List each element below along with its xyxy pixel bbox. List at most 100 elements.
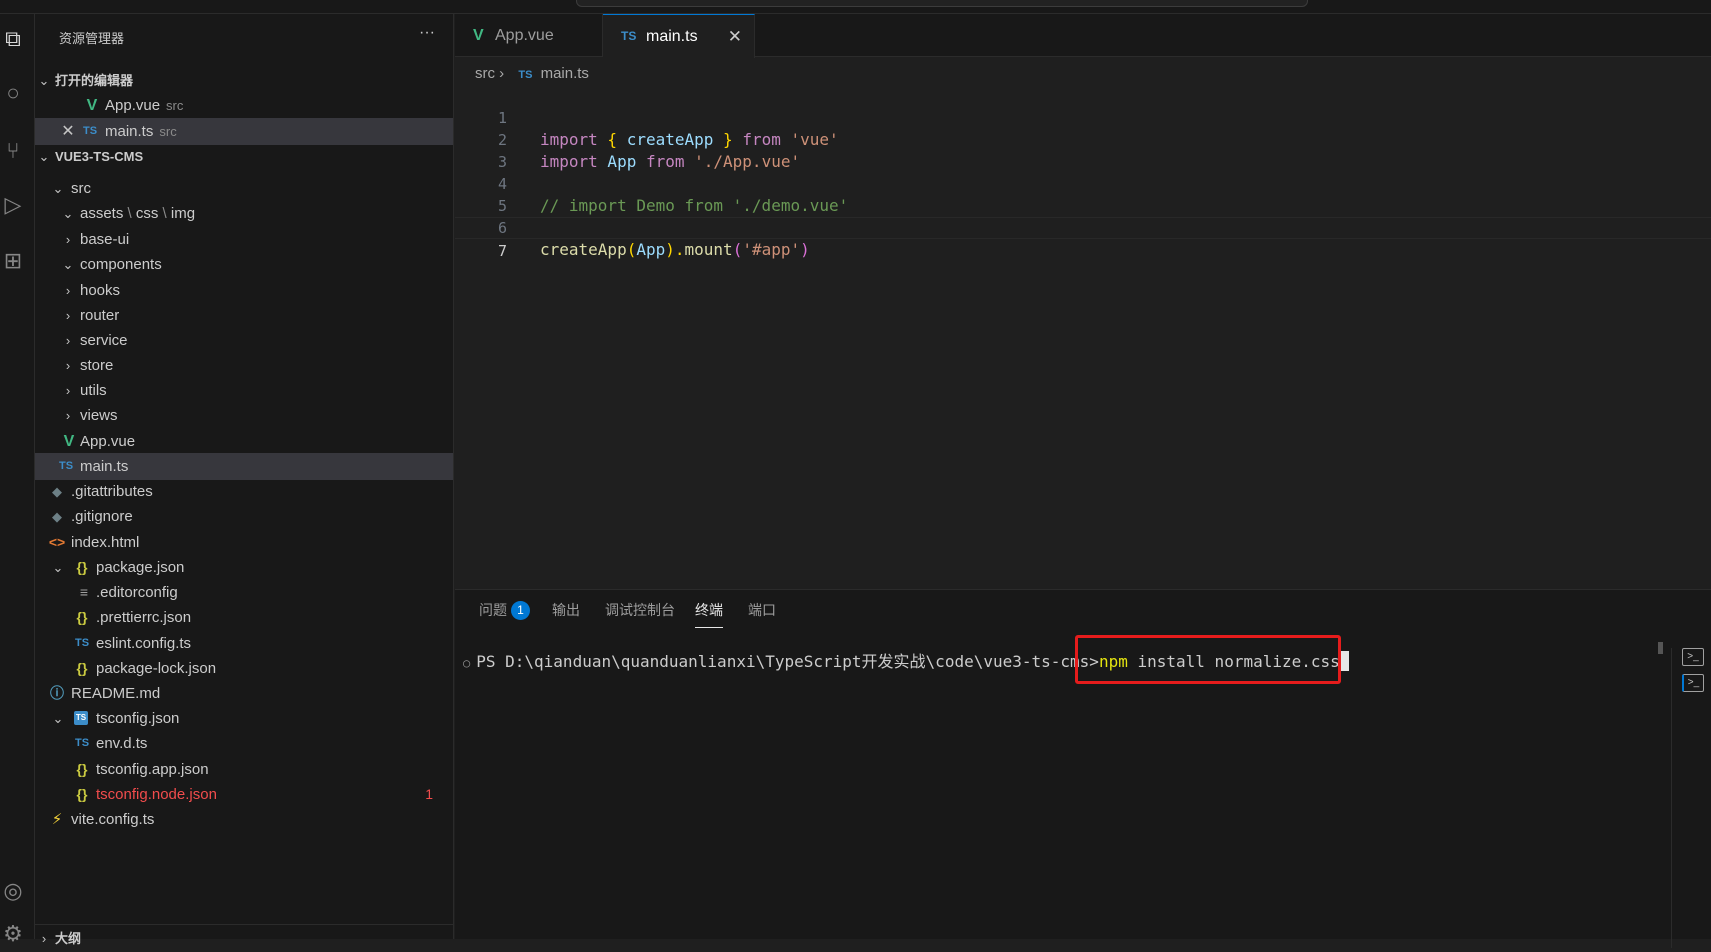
ts-icon: TS: [74, 637, 90, 649]
open-editors-header[interactable]: ⌄ 打开的编辑器: [35, 67, 453, 94]
vue-icon: V: [86, 97, 98, 114]
code-line-current: 7: [455, 217, 1711, 260]
ts-icon: TS: [58, 460, 74, 472]
tab-debug-console[interactable]: 调试控制台: [605, 598, 675, 628]
tree-file-package-json[interactable]: ⌄ {} package.json: [35, 554, 453, 581]
tree-folder-utils[interactable]: › utils: [35, 377, 453, 404]
terminal-cursor: [1339, 651, 1349, 671]
tree-file-readme[interactable]: ⓘ README.md: [35, 680, 453, 707]
tree-file-package-lock[interactable]: {} package-lock.json: [35, 655, 453, 682]
tree-file-gitignore[interactable]: ◆ .gitignore: [35, 503, 453, 530]
terminal-instance-icon[interactable]: >_: [1682, 648, 1704, 666]
tree-file-tsconfig-node[interactable]: {} tsconfig.node.json 1: [35, 781, 453, 808]
tree-file-main-ts[interactable]: TS main.ts: [35, 453, 453, 480]
tree-folder-base-ui[interactable]: › base-ui: [35, 226, 453, 253]
json-icon: {}: [76, 559, 88, 575]
settings-gear-icon[interactable]: ⚙: [0, 919, 26, 949]
tree-file-vite-config[interactable]: ⚡ vite.config.ts: [35, 806, 453, 833]
chevron-down-icon: ⌄: [38, 149, 50, 164]
bottom-panel: 问题 1 输出 调试控制台 终端 端口 ○ PS D:\qianduan\quand…: [455, 589, 1711, 948]
close-icon[interactable]: ✕: [61, 118, 75, 145]
tree-item-label: store: [80, 357, 114, 374]
ts-icon: TS: [74, 737, 90, 749]
tree-item-label: views: [80, 407, 118, 424]
tree-item-label: tsconfig.app.json: [96, 761, 209, 778]
title-bar: [0, 0, 1711, 14]
tree-file-gitattributes[interactable]: ◆ .gitattributes: [35, 478, 453, 505]
code-token: ).: [665, 240, 685, 259]
activity-bar: ⧉ ○ ⑂ ▷ ⊞ ◎ ⚙: [0, 14, 35, 946]
tree-item-label: README.md: [71, 685, 161, 702]
vite-icon: ⚡: [51, 811, 63, 828]
tree-item-label: package-lock.json: [96, 660, 217, 677]
tree-file-env-d-ts[interactable]: TS env.d.ts: [35, 730, 453, 757]
tree-file-prettierrc[interactable]: {} .prettierrc.json: [35, 604, 453, 631]
project-folder-header[interactable]: ⌄ VUE3-TS-CMS: [35, 143, 453, 170]
more-actions-icon[interactable]: ···: [419, 24, 435, 42]
tab-problems[interactable]: 问题 1: [479, 598, 530, 628]
code-line: 2 import App from './App.vue': [455, 107, 1711, 171]
close-icon[interactable]: ✕: [728, 15, 742, 58]
tree-item-label: tsconfig.node.json: [96, 786, 217, 803]
open-editor-item[interactable]: ✕ TS main.ts src: [35, 118, 453, 145]
command-center[interactable]: [576, 0, 1308, 7]
tab-terminal[interactable]: 终端: [695, 598, 723, 628]
tree-folder-src[interactable]: ⌄ src: [35, 175, 453, 202]
tree-folder-router[interactable]: › router: [35, 302, 453, 329]
tree-item-label: components: [80, 256, 162, 273]
json-icon: {}: [76, 761, 88, 777]
code-line: 3: [455, 129, 1711, 171]
tree-item-label: css: [135, 205, 159, 222]
chevron-right-icon: ›: [65, 333, 71, 348]
tree-folder-assets[interactable]: ⌄ assets \ css \ img: [35, 200, 453, 227]
run-debug-icon[interactable]: ▷: [0, 190, 26, 220]
breadcrumb-folder[interactable]: src: [475, 65, 495, 82]
tree-item-label: img: [170, 205, 196, 222]
tree-file-tsconfig[interactable]: ⌄ TS tsconfig.json: [35, 705, 453, 732]
terminal-instance-icon[interactable]: >_: [1682, 674, 1704, 692]
source-control-icon[interactable]: ⑂: [0, 136, 26, 166]
tab-main-ts[interactable]: TS main.ts ✕: [603, 14, 755, 58]
account-icon[interactable]: ◎: [0, 876, 26, 906]
outline-header[interactable]: › 大纲: [35, 924, 453, 951]
code-token: ): [800, 240, 810, 259]
search-icon[interactable]: ○: [0, 78, 26, 108]
open-editors-label: 打开的编辑器: [55, 73, 134, 88]
code-token: App: [636, 240, 666, 259]
explorer-icon[interactable]: ⧉: [0, 24, 26, 54]
chevron-down-icon: ⌄: [52, 711, 64, 726]
git-icon: ◆: [52, 484, 62, 499]
tree-item-label: .gitattributes: [71, 483, 153, 500]
tree-file-app-vue[interactable]: V App.vue: [35, 428, 453, 455]
tree-folder-store[interactable]: › store: [35, 352, 453, 379]
code-line: 1 import { createApp } from 'vue': [455, 85, 1711, 149]
tab-output[interactable]: 输出: [552, 598, 580, 628]
terminal-scrollbar[interactable]: [1658, 642, 1663, 654]
extensions-icon[interactable]: ⊞: [0, 246, 26, 276]
tree-item-label: src: [71, 180, 91, 197]
tree-item-label: service: [80, 332, 128, 349]
tree-folder-views[interactable]: › views: [35, 402, 453, 429]
tree-item-label: base-ui: [80, 231, 130, 248]
tab-app-vue[interactable]: V App.vue: [455, 14, 603, 57]
project-label: VUE3-TS-CMS: [55, 149, 144, 164]
tree-folder-components[interactable]: ⌄ components: [35, 251, 453, 278]
tree-file-index-html[interactable]: <> index.html: [35, 529, 453, 556]
code-token: '#app': [742, 240, 801, 259]
tree-folder-hooks[interactable]: › hooks: [35, 277, 453, 304]
code-token: (: [626, 240, 637, 259]
open-editor-item[interactable]: V App.vue src: [35, 92, 453, 119]
tree-file-tsconfig-app[interactable]: {} tsconfig.app.json: [35, 756, 453, 783]
command-status-icon: ○: [463, 656, 471, 670]
tab-ports[interactable]: 端口: [748, 598, 776, 628]
tree-item-label: index.html: [71, 534, 140, 551]
tree-file-editorconfig[interactable]: ≡ .editorconfig: [35, 579, 453, 606]
code-line: 6 createApp(App).mount('#app'): [455, 195, 1711, 259]
json-icon: {}: [76, 609, 88, 625]
tree-file-eslint-config[interactable]: TS eslint.config.ts: [35, 630, 453, 657]
open-editor-name: App.vue: [105, 97, 161, 114]
breadcrumb-separator: ›: [499, 65, 505, 82]
breadcrumb-file[interactable]: main.ts: [541, 65, 589, 82]
tree-folder-service[interactable]: › service: [35, 327, 453, 354]
open-editor-path: src: [166, 98, 184, 113]
